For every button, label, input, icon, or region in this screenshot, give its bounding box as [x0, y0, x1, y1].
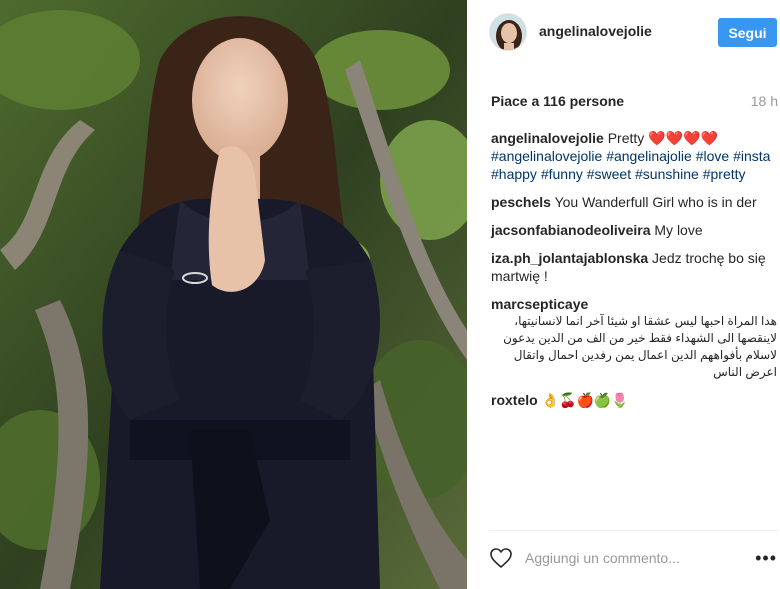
comment-username[interactable]: marcsepticaye [491, 296, 588, 312]
post-photo[interactable] [0, 0, 467, 589]
likes-count[interactable]: Piace a 116 persone [491, 93, 775, 109]
comment-emoji-text: 👌🍒🍎🍏🌷 [541, 392, 629, 408]
photo-image [0, 0, 467, 589]
more-options-icon[interactable]: ••• [755, 549, 777, 567]
heart-outline-icon[interactable] [489, 546, 513, 570]
post-sidebar: angelinalovejolie Segui Piace a 116 pers… [467, 0, 780, 589]
post-time[interactable]: 18 h [751, 93, 778, 109]
comment-text-arabic: هدا المراة احبها ليس عشقا او شيئا آخر ان… [503, 314, 777, 379]
comment-item: marcsepticaye هدا المراة احبها ليس عشقا … [491, 295, 777, 381]
caption-comment: angelinalovejolie Pretty ❤️❤️❤️❤️ #angel… [491, 129, 777, 183]
comment-item: iza.ph_jolantajablonska Jedz trochę bo s… [491, 249, 777, 285]
follow-button[interactable]: Segui [718, 18, 777, 47]
comments-list: angelinalovejolie Pretty ❤️❤️❤️❤️ #angel… [491, 129, 777, 419]
comment-username[interactable]: peschels [491, 194, 551, 210]
comment-text: Pretty [607, 130, 649, 146]
hearts-emoji: ❤️❤️❤️❤️ [648, 130, 718, 146]
comment-username[interactable]: jacsonfabianodeoliveira [491, 222, 651, 238]
comment-text: You Wanderfull Girl who is in der [554, 194, 757, 210]
divider [489, 530, 779, 531]
comment-item: roxtelo 👌🍒🍎🍏🌷 [491, 391, 777, 409]
avatar[interactable] [489, 13, 527, 51]
post-header: angelinalovejolie Segui [467, 0, 780, 64]
comment-item: peschels You Wanderfull Girl who is in d… [491, 193, 777, 211]
comment-username[interactable]: iza.ph_jolantajablonska [491, 250, 648, 266]
comment-bar: ••• [489, 545, 779, 571]
comment-text: My love [654, 222, 703, 238]
avatar-image [490, 14, 526, 50]
comment-item: jacsonfabianodeoliveira My love [491, 221, 777, 239]
post-author-username[interactable]: angelinalovejolie [539, 23, 652, 39]
comment-username[interactable]: roxtelo [491, 392, 538, 408]
comment-input[interactable] [525, 548, 745, 568]
caption-hashtags[interactable]: #angelinalovejolie #angelinajolie #love … [491, 147, 777, 183]
comment-username[interactable]: angelinalovejolie [491, 130, 604, 146]
